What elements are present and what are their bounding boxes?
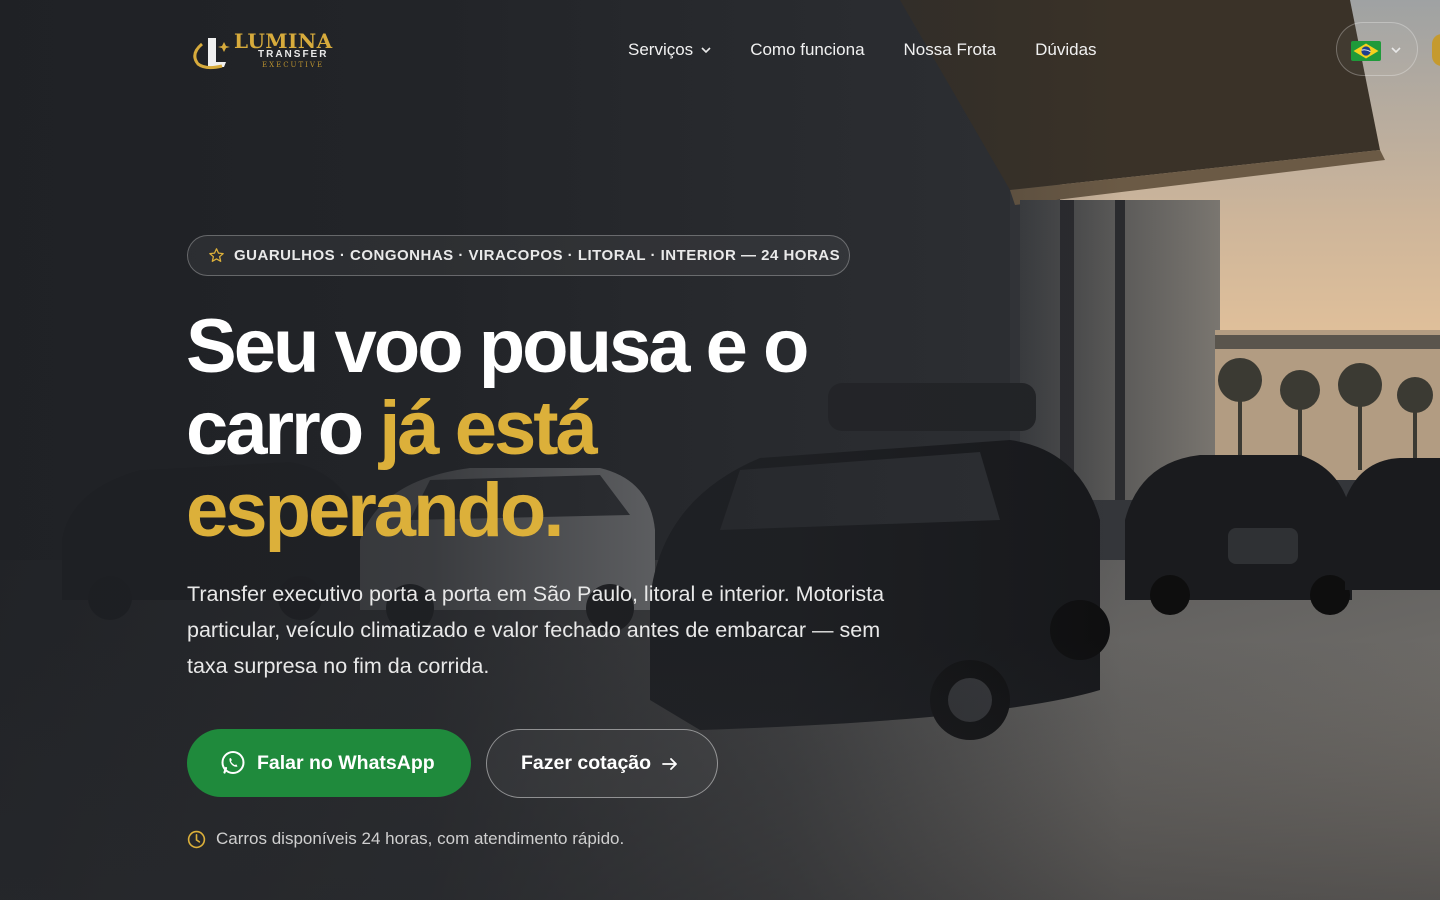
brand-logo[interactable]: LUMINA TRANSFER EXECUTIVE [188, 30, 348, 72]
availability-text: Carros disponíveis 24 horas, com atendim… [216, 829, 625, 848]
brand-sub: TRANSFER [258, 49, 329, 60]
whatsapp-button[interactable]: Falar no WhatsApp [187, 729, 471, 797]
hero-headline: Seu voo pousa e o carro já está esperand… [186, 306, 886, 552]
coverage-badge: GUARULHOS · CONGONHAS · VIRACOPOS · LITO… [187, 235, 850, 276]
nav-item-como-funciona[interactable]: Como funciona [750, 38, 864, 62]
star-icon [209, 248, 224, 262]
quote-button-label: Fazer cotação [521, 752, 652, 774]
nav-item-servicos[interactable]: Serviços [628, 38, 711, 62]
brand-tagline: EXECUTIVE [262, 61, 325, 69]
header-cta-edge[interactable] [1432, 34, 1440, 66]
nav-item-nossa-frota[interactable]: Nossa Frota [904, 38, 997, 62]
whatsapp-icon [221, 751, 245, 774]
clock-icon [187, 830, 206, 848]
nav-item-label: Como funciona [750, 40, 865, 59]
nav-item-label: Nossa Frota [903, 40, 997, 59]
chevron-down-icon [701, 47, 711, 53]
chevron-down-icon [1391, 47, 1401, 53]
nav-item-label: Dúvidas [1035, 40, 1097, 59]
hero-lead: Transfer executivo porta a porta em São … [187, 582, 885, 678]
nav-item-duvidas[interactable]: Dúvidas [1035, 38, 1096, 62]
language-selector[interactable] [1336, 22, 1418, 76]
whatsapp-button-label: Falar no WhatsApp [257, 751, 435, 774]
arrow-right-icon [662, 757, 677, 770]
site-header: LUMINA TRANSFER EXECUTIVE Serviços Como … [0, 0, 1440, 100]
main-nav: Serviços Como funciona Nossa Frota Dúvid… [628, 38, 1136, 62]
quote-button[interactable]: Fazer cotação [486, 729, 718, 798]
logo-mark-icon [193, 38, 230, 70]
nav-item-label: Serviços [628, 40, 694, 59]
coverage-badge-text: GUARULHOS · CONGONHAS · VIRACOPOS · LITO… [234, 247, 841, 264]
brazil-flag-icon [1351, 41, 1381, 61]
availability-note: Carros disponíveis 24 horas, com atendim… [187, 829, 624, 849]
